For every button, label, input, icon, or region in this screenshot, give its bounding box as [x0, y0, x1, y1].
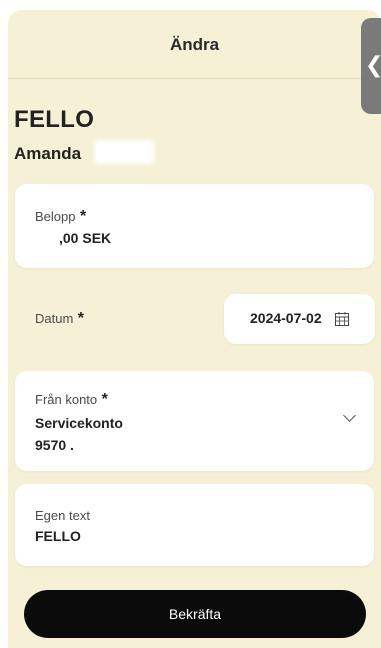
required-marker: *: [79, 208, 87, 225]
edit-sheet: Ändra ↓ FELLO Amanda Belopp * ,00 SEK Da…: [8, 10, 381, 648]
date-value: 2024-07-02: [250, 310, 322, 326]
date-label: Datum: [35, 311, 74, 326]
from-account-select[interactable]: Från konto * Servicekonto 9570 .: [15, 371, 374, 471]
header: Ändra ↓: [8, 10, 381, 79]
redacted-area: [94, 140, 154, 164]
required-marker: *: [101, 391, 108, 408]
own-text-label: Egen text: [35, 508, 90, 523]
side-panel-handle[interactable]: ❮: [361, 18, 381, 114]
chevron-left-icon: ❮: [365, 52, 381, 78]
account-number: 9570 .: [35, 437, 74, 453]
own-text-value: FELLO: [35, 528, 81, 544]
top-edge: [0, 0, 381, 10]
payee-name: FELLO: [14, 106, 95, 133]
amount-label: Belopp: [35, 209, 76, 224]
account-name: Servicekonto: [35, 415, 123, 431]
amount-value: ,00 SEK: [59, 230, 112, 246]
page-title: Ändra: [169, 35, 220, 54]
amount-field[interactable]: Belopp * ,00 SEK: [15, 184, 374, 268]
payee-sub: Amanda: [14, 144, 82, 163]
own-text-field[interactable]: Egen text FELLO: [15, 484, 374, 566]
required-marker: *: [77, 310, 84, 327]
from-account-label: Från konto: [35, 392, 98, 407]
confirm-button[interactable]: Bekräfta: [24, 590, 366, 638]
calendar-icon: [326, 310, 350, 327]
date-field[interactable]: 2024-07-02: [224, 294, 375, 344]
chevron-down-icon: [343, 409, 356, 422]
